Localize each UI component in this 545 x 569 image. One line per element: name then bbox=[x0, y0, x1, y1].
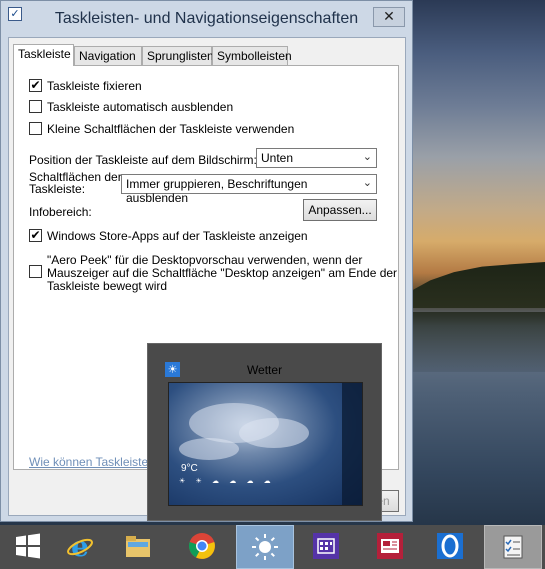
internet-explorer-icon: e bbox=[67, 532, 93, 560]
taskbar-item-opera[interactable] bbox=[422, 525, 480, 569]
cloud-shape bbox=[179, 438, 239, 460]
weather-app-thumbnail[interactable]: 9°C ☀ ☀ ☁ ☁ ☁ ☁ bbox=[168, 382, 363, 506]
tab-symbolleisten[interactable]: Symbolleisten bbox=[212, 46, 292, 65]
wallpaper-treeline bbox=[405, 262, 545, 308]
aero-peek-label-line3: Taskleiste bewegt wird bbox=[47, 279, 168, 293]
wallpaper-reflection bbox=[410, 312, 545, 372]
cloud-shape bbox=[239, 418, 309, 448]
aero-peek-label-line1: "Aero Peek" für die Desktopvorschau verw… bbox=[47, 253, 363, 267]
window-title: Taskleisten- und Navigationseigenschafte… bbox=[54, 10, 359, 27]
tab-sprunglisten[interactable]: Sprunglisten bbox=[142, 46, 214, 65]
auto-hide-label: Taskleiste automatisch ausblenden bbox=[47, 100, 234, 114]
small-buttons-checkbox[interactable] bbox=[29, 122, 42, 135]
lock-taskbar-label: Taskleiste fixieren bbox=[47, 79, 142, 93]
position-select-value: Unten bbox=[261, 151, 294, 165]
taskbar: e bbox=[0, 525, 545, 569]
taskbar-item-file-explorer[interactable] bbox=[110, 525, 168, 569]
svg-text:e: e bbox=[71, 532, 89, 560]
store-apps-checkbox[interactable]: ✔ bbox=[29, 229, 42, 242]
title-bar[interactable]: ✓ Taskleisten- und Navigationseigenschaf… bbox=[1, 1, 412, 37]
small-buttons-label: Kleine Schaltflächen der Taskleiste verw… bbox=[47, 122, 295, 136]
weather-side-panel bbox=[342, 383, 362, 505]
close-button[interactable]: ✕ bbox=[373, 7, 405, 27]
chevron-down-icon: ⌄ bbox=[362, 177, 372, 189]
news-icon bbox=[377, 533, 403, 559]
aero-peek-label-line2: Mauszeiger auf die Schaltfläche "Desktop… bbox=[47, 266, 398, 280]
store-apps-label: Windows Store-Apps auf der Taskleiste an… bbox=[47, 229, 308, 243]
chevron-down-icon: ⌄ bbox=[362, 151, 372, 163]
taskbar-item-news[interactable] bbox=[362, 525, 420, 569]
start-button[interactable] bbox=[0, 525, 58, 569]
folder-icon bbox=[126, 536, 150, 557]
aero-peek-checkbox[interactable] bbox=[29, 265, 42, 278]
buttons-label-line2: Taskleiste: bbox=[29, 182, 86, 196]
taskbar-item-weather[interactable] bbox=[236, 525, 294, 569]
tab-taskleiste[interactable]: Taskleiste bbox=[13, 44, 74, 66]
sun-icon bbox=[252, 534, 278, 560]
temperature-text: 9°C bbox=[181, 463, 198, 474]
preview-title: Wetter bbox=[246, 363, 283, 377]
help-link[interactable]: Wie können Taskleisten a bbox=[29, 455, 165, 469]
position-select[interactable]: Unten ⌄ bbox=[256, 148, 377, 168]
taskbar-thumbnail-preview[interactable]: ☀ Wetter 9°C ☀ ☀ ☁ ☁ ☁ ☁ bbox=[147, 343, 382, 521]
opera-icon bbox=[437, 533, 463, 559]
taskbar-item-calendar[interactable] bbox=[298, 525, 356, 569]
buttons-select[interactable]: Immer gruppieren, Beschriftungen ausblen… bbox=[121, 174, 377, 205]
auto-hide-checkbox[interactable] bbox=[29, 100, 42, 113]
buttons-select-value: Immer gruppieren, Beschriftungen ausblen… bbox=[126, 177, 308, 205]
checklist-icon bbox=[503, 535, 523, 559]
forecast-strip: ☀ ☀ ☁ ☁ ☁ ☁ bbox=[179, 477, 275, 485]
taskbar-item-taskbar-properties[interactable] bbox=[484, 525, 542, 569]
calendar-icon bbox=[313, 533, 339, 559]
customize-button[interactable]: Anpassen... bbox=[303, 199, 377, 221]
lock-taskbar-checkbox[interactable]: ✔ bbox=[29, 79, 42, 92]
notification-area-label: Infobereich: bbox=[29, 205, 92, 219]
tab-navigation[interactable]: Navigation bbox=[74, 46, 142, 65]
chrome-icon bbox=[188, 533, 215, 559]
taskbar-item-internet-explorer[interactable]: e bbox=[52, 525, 110, 569]
taskbar-item-chrome[interactable] bbox=[174, 525, 232, 569]
position-label: Position der Taskleiste auf dem Bildschi… bbox=[29, 153, 257, 167]
windows-logo-icon bbox=[16, 533, 40, 559]
